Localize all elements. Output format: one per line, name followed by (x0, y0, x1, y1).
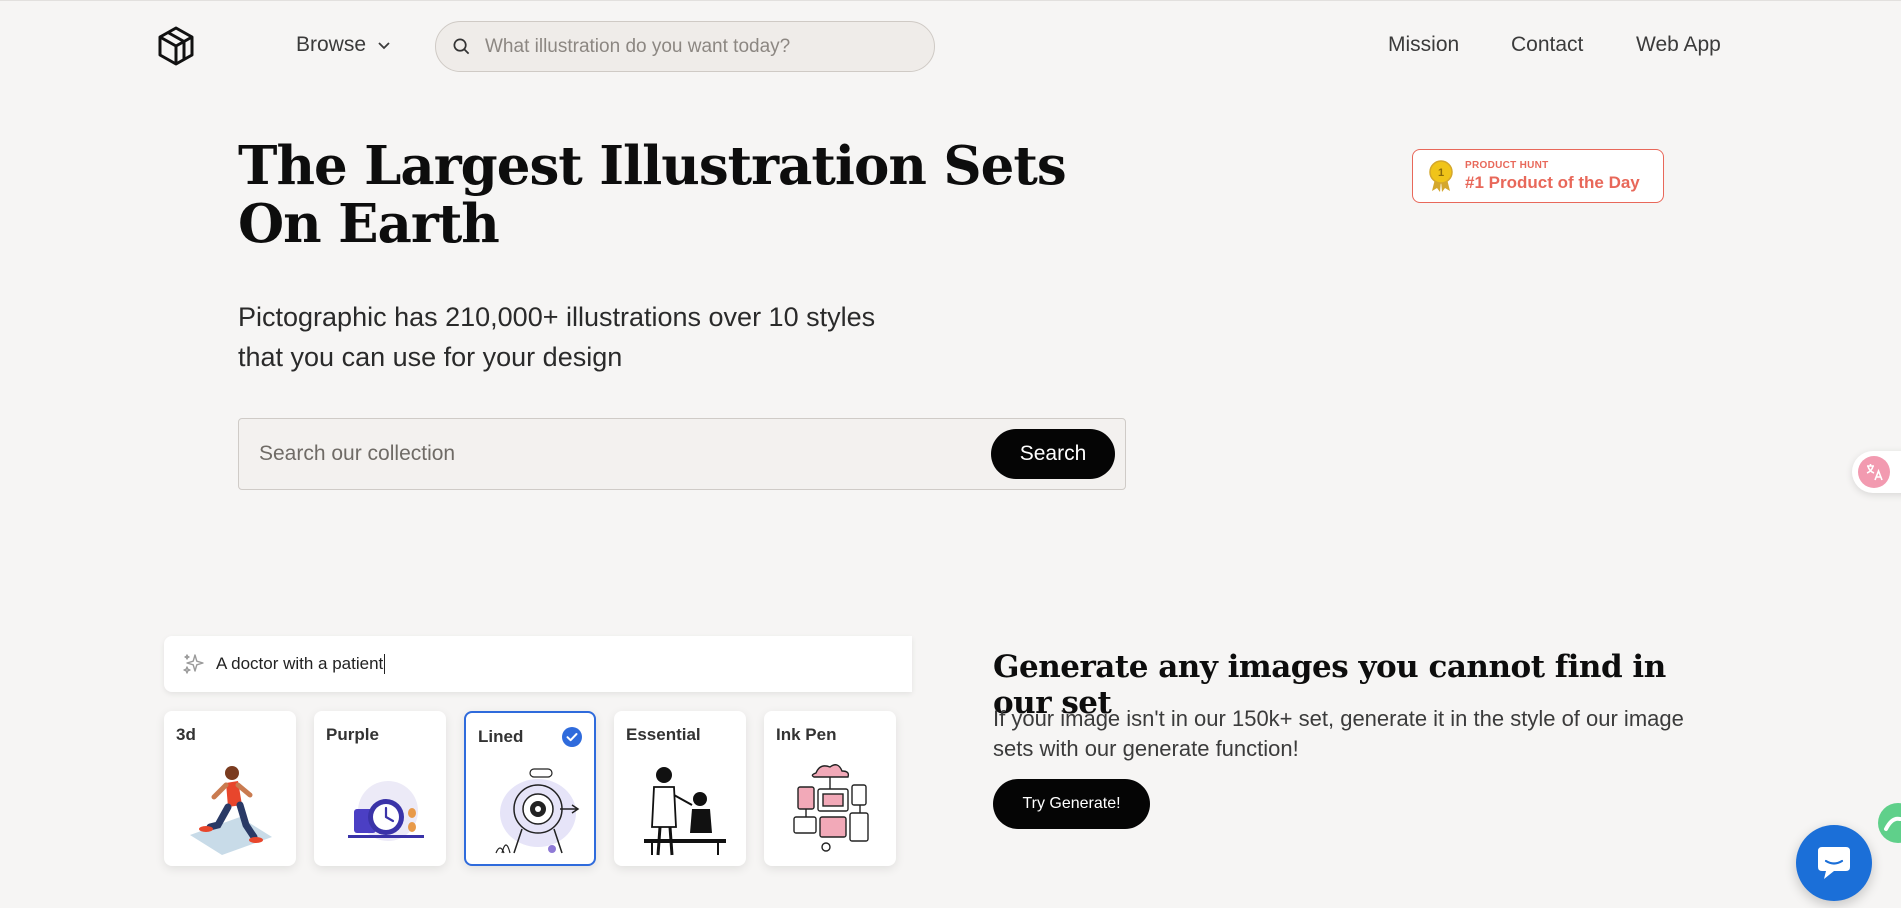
generate-prompt-text: A doctor with a patient (216, 654, 386, 674)
try-generate-button[interactable]: Try Generate! (993, 779, 1150, 829)
style-card-ink-pen[interactable]: Ink Pen (764, 711, 896, 866)
style-card-purple[interactable]: Purple (314, 711, 446, 866)
generate-section-description: If your image isn't in our 150k+ set, ge… (993, 706, 1684, 761)
page-title: The Largest Illustration Sets On Earth (238, 135, 1067, 255)
search-icon (453, 38, 470, 55)
browse-menu[interactable]: Browse (296, 33, 392, 57)
nav-contact[interactable]: Contact (1511, 33, 1583, 57)
sparkle-icon (183, 654, 204, 674)
target-illustration-icon (495, 768, 580, 854)
collection-search-bar: Search (238, 418, 1126, 490)
devices-illustration-icon (793, 764, 869, 852)
collection-search-input[interactable] (239, 419, 991, 489)
browse-label: Browse (296, 33, 367, 56)
chat-icon (1818, 847, 1850, 879)
product-hunt-small-label: PRODUCT HUNT (1465, 159, 1549, 171)
doctor-patient-illustration-icon (644, 767, 726, 856)
translate-widget[interactable] (1852, 451, 1901, 493)
style-card-essential[interactable]: Essential (614, 711, 746, 866)
logo-icon[interactable] (156, 25, 196, 67)
style-card-label: Purple (326, 725, 379, 744)
hero-subtitle-line-1: Pictographic has 210,000+ illustrations … (238, 302, 876, 332)
clock-illustration-icon (348, 781, 424, 841)
search-button[interactable]: Search (991, 429, 1115, 479)
hero-subtitle: Pictographic has 210,000+ illustrations … (238, 297, 938, 377)
runner-illustration-icon (190, 766, 272, 855)
chat-button[interactable] (1796, 825, 1872, 901)
style-card-label: 3d (176, 725, 196, 744)
header-search-bar[interactable] (435, 21, 935, 72)
style-card-label: Lined (478, 727, 524, 746)
check-circle-icon (562, 727, 582, 747)
hero-subtitle-line-2: that you can use for your design (238, 342, 623, 372)
style-card-lined[interactable]: Lined (464, 711, 596, 866)
generate-prompt-bar[interactable]: A doctor with a patient (164, 636, 912, 692)
assistant-peek-icon[interactable] (1872, 803, 1901, 845)
nav-web-app[interactable]: Web App (1636, 33, 1721, 57)
translate-icon (1858, 456, 1890, 488)
style-card-label: Ink Pen (776, 725, 837, 744)
nav-mission[interactable]: Mission (1388, 33, 1459, 57)
header-search-input[interactable] (485, 35, 905, 58)
style-card-3d[interactable]: 3d (164, 711, 296, 866)
medal-number: 1 (1438, 167, 1444, 179)
product-hunt-text: PRODUCT HUNT #1 Product of the Day (1465, 160, 1640, 193)
product-hunt-badge[interactable]: 1 PRODUCT HUNT #1 Product of the Day (1412, 149, 1664, 203)
style-card-label: Essential (626, 725, 701, 744)
product-hunt-title: #1 Product of the Day (1465, 172, 1640, 192)
medal-icon: 1 (1429, 160, 1453, 192)
chevron-down-icon (378, 42, 390, 50)
